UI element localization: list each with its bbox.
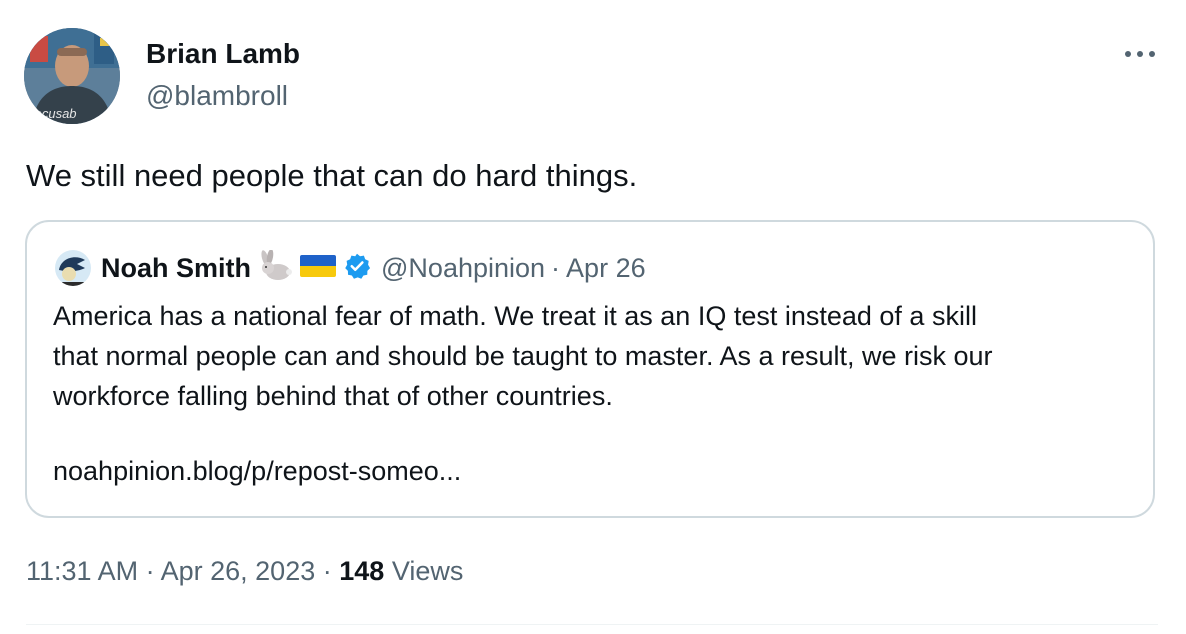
meta-separator: ·: [322, 556, 332, 586]
more-options-button[interactable]: [1120, 40, 1160, 68]
tweet-card: focusab Brian Lamb @blambroll We still n…: [0, 0, 1186, 634]
author-display-name[interactable]: Brian Lamb: [146, 38, 300, 70]
tweet-date[interactable]: Apr 26, 2023: [161, 556, 316, 586]
meta-separator: ·: [145, 556, 155, 586]
tweet-meta: 11:31 AM · Apr 26, 2023 · 148 Views: [26, 556, 463, 587]
verified-badge-icon: [343, 252, 371, 285]
author-avatar[interactable]: focusab: [24, 28, 120, 124]
quoted-author-display-name[interactable]: Noah Smith: [101, 253, 251, 284]
divider: [26, 624, 1158, 625]
quoted-tweet-header: Noah Smith @Noahpinion · Apr 26: [55, 248, 646, 287]
quoted-text-line: workforce falling behind that of other c…: [53, 381, 613, 411]
quoted-tweet-date[interactable]: Apr 26: [566, 253, 646, 284]
quoted-author-handle[interactable]: @Noahpinion: [381, 253, 545, 284]
author-handle[interactable]: @blambroll: [146, 80, 288, 112]
more-horizontal-icon: [1124, 45, 1156, 63]
quoted-text-line: that normal people can and should be tau…: [53, 341, 993, 371]
quoted-tweet-link[interactable]: noahpinion.blog/p/repost-someo...: [53, 456, 461, 487]
quoted-tweet-card[interactable]: Noah Smith @Noahpinion · Apr 26 America …: [25, 220, 1155, 518]
views-label: Views: [391, 556, 464, 586]
rabbit-emoji-icon: [257, 248, 293, 287]
quoted-text-line: America has a national fear of math. We …: [53, 301, 977, 331]
svg-text:focusab: focusab: [31, 106, 77, 121]
quoted-tweet-text: America has a national fear of math. We …: [53, 296, 1143, 416]
tweet-time[interactable]: 11:31 AM: [26, 556, 138, 586]
views-count: 148: [339, 556, 385, 586]
tweet-text: We still need people that can do hard th…: [26, 158, 638, 193]
quoted-author-avatar[interactable]: [55, 250, 91, 286]
ukraine-flag-emoji-icon: [299, 252, 337, 285]
quoted-header-separator: ·: [551, 252, 561, 283]
